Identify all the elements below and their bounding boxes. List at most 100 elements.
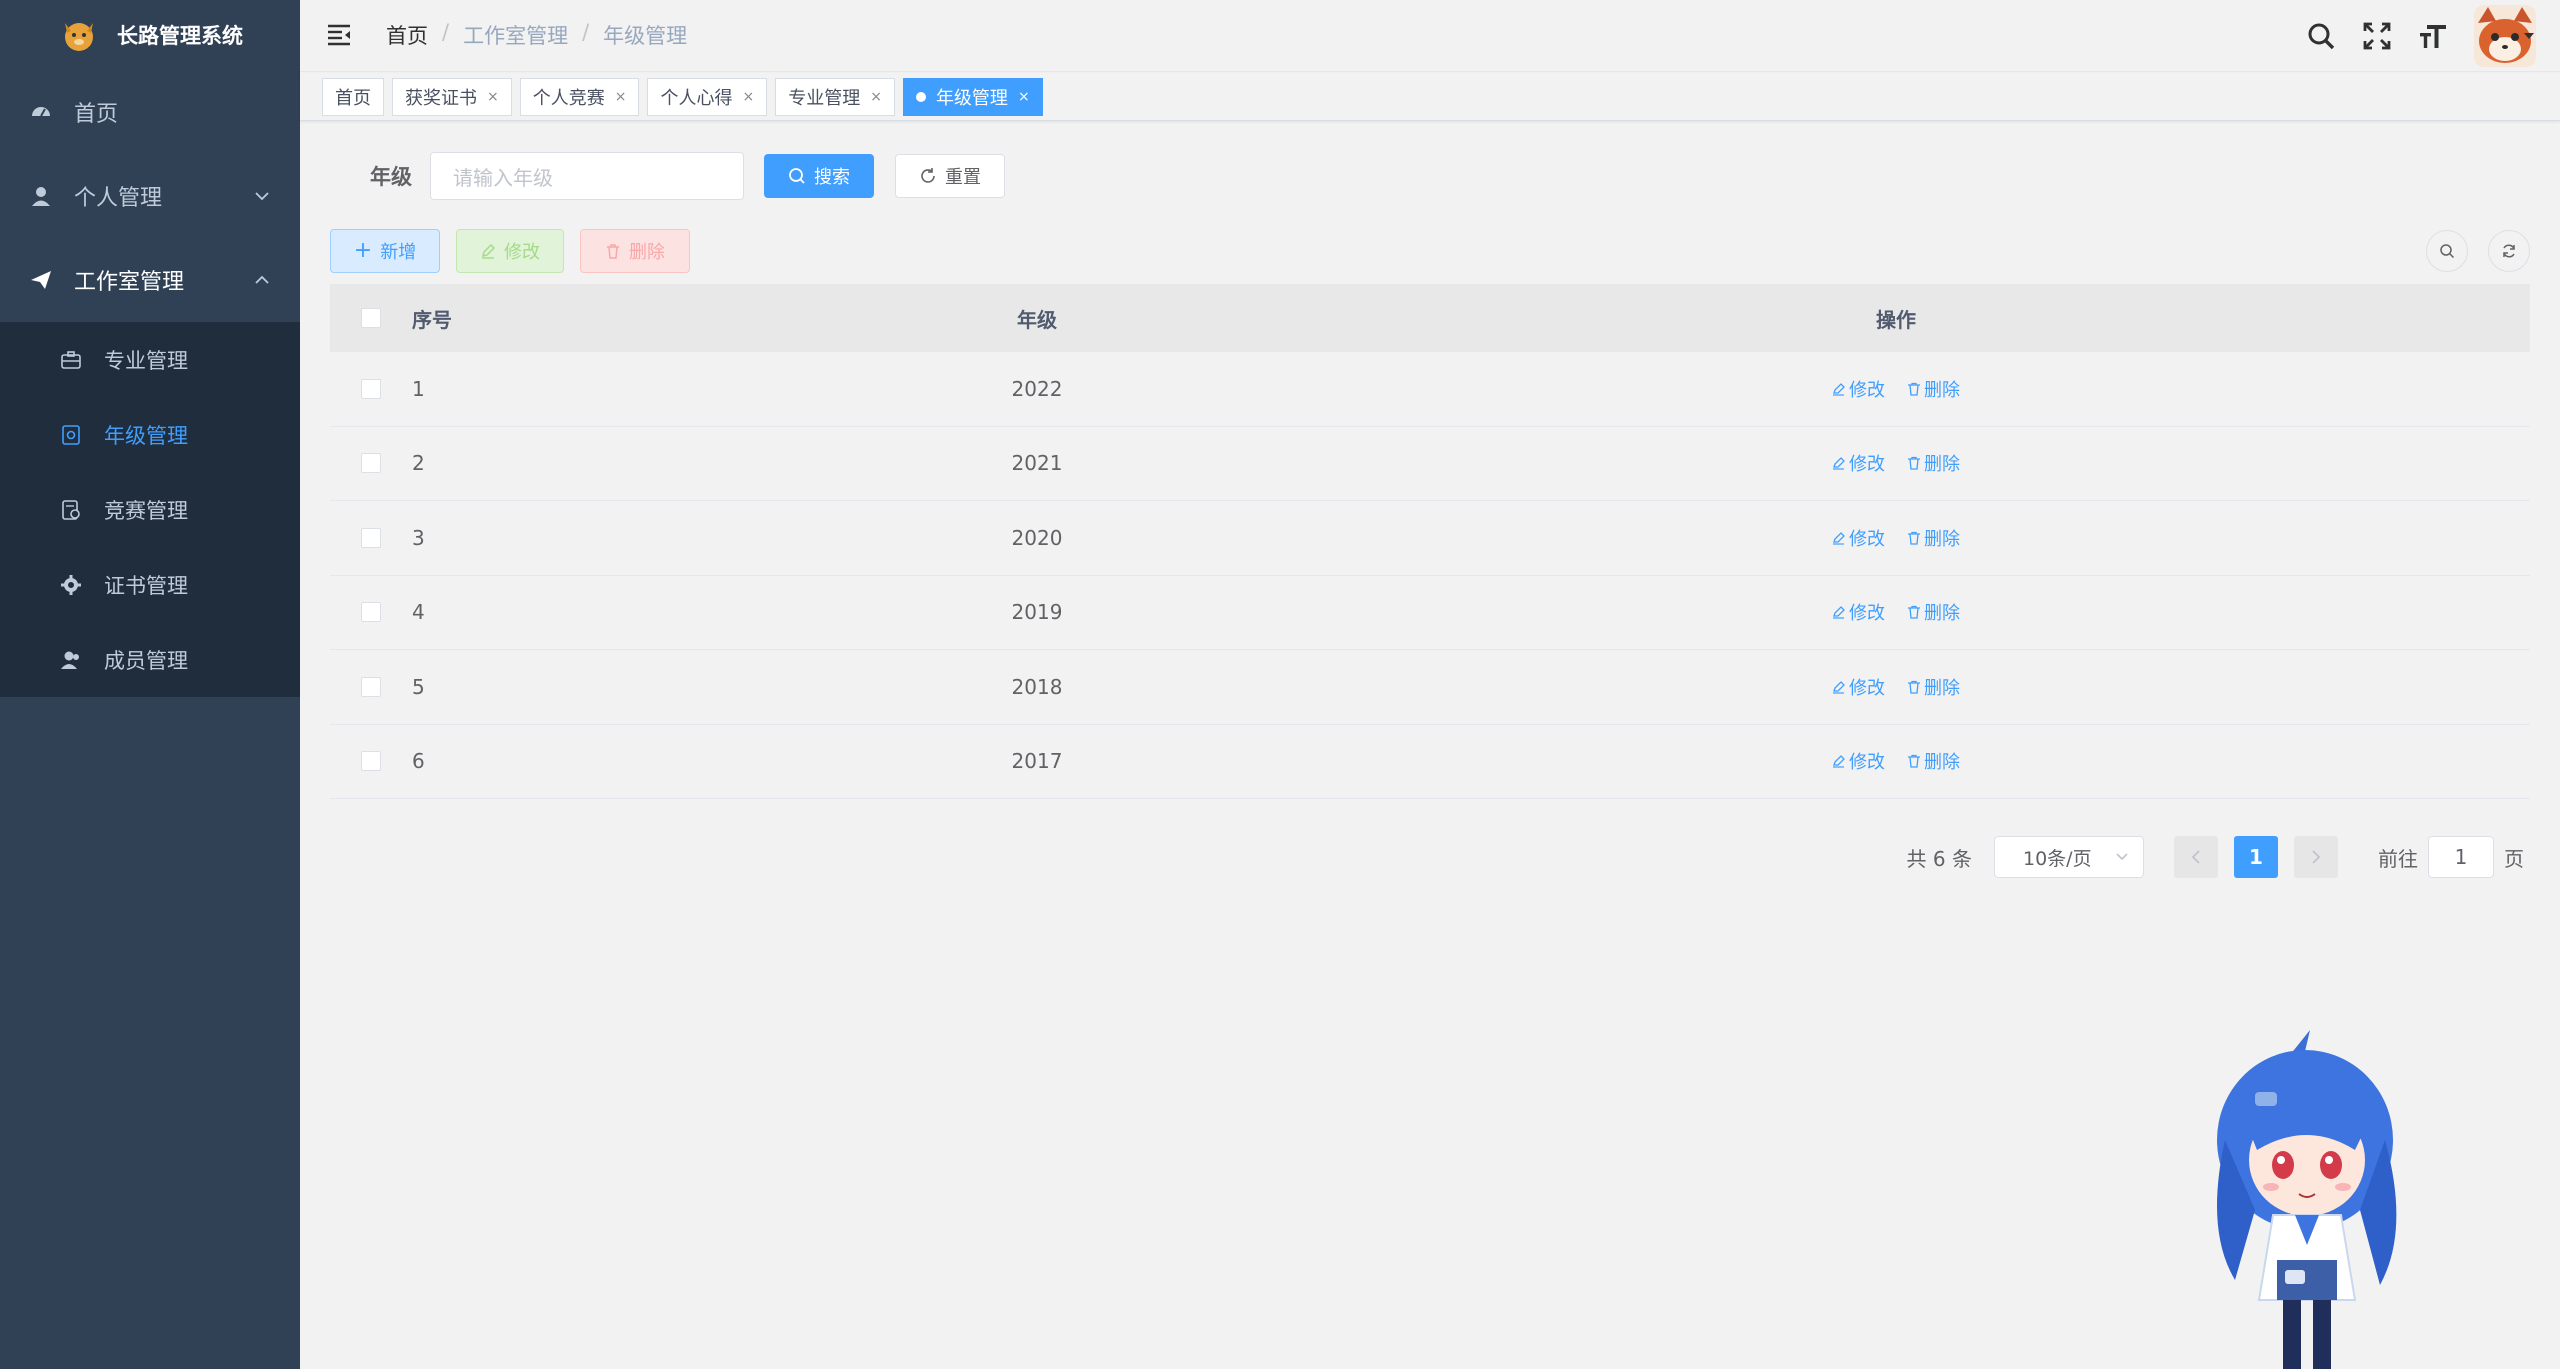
tag-award-certificate[interactable]: 获奖证书 ×	[392, 77, 512, 116]
edit-icon	[1833, 531, 1845, 545]
row-edit-link[interactable]: 修改	[1832, 525, 1885, 551]
goto-page-input[interactable]: 1	[2428, 836, 2494, 878]
page-number[interactable]: 1	[2234, 836, 2278, 878]
refresh-icon	[2503, 244, 2515, 258]
search-button[interactable]: 搜索	[764, 154, 874, 198]
row-edit-label: 修改	[1849, 677, 1885, 699]
active-dot-icon	[915, 91, 926, 102]
fullscreen-icon[interactable]	[2362, 21, 2392, 51]
row-edit-link[interactable]: 修改	[1832, 599, 1885, 625]
tag-personal-notes[interactable]: 个人心得 ×	[647, 77, 768, 116]
goto-prefix: 前往	[2378, 846, 2418, 871]
delete-button[interactable]: 删除	[580, 229, 690, 273]
breadcrumb-item[interactable]: 首页	[386, 20, 428, 50]
sidebar-item-major[interactable]: 专业管理	[0, 322, 300, 397]
tag-major[interactable]: 专业管理 ×	[775, 77, 895, 116]
add-button[interactable]: + 新增	[330, 229, 440, 273]
sidebar-item-personal[interactable]: 个人管理	[0, 154, 300, 238]
row-edit-link[interactable]: 修改	[1832, 748, 1885, 774]
row-delete-label: 删除	[1924, 379, 1960, 401]
right-toolbar	[2426, 230, 2530, 272]
sidebar-item-label: 年级管理	[104, 423, 188, 448]
sidebar-item-studio[interactable]: 工作室管理	[0, 238, 300, 322]
user-icon	[30, 185, 52, 207]
row-checkbox[interactable]	[361, 676, 381, 697]
tag-label: 个人心得	[660, 87, 733, 109]
breadcrumb: 首页 / 工作室管理 / 年级管理	[386, 20, 687, 50]
breadcrumb-item: 工作室管理	[463, 24, 569, 48]
sidebar-item-grade[interactable]: 年级管理	[0, 397, 300, 472]
mascot-image[interactable]	[2195, 1030, 2415, 1369]
tag-personal-contest[interactable]: 个人竞赛 ×	[519, 77, 640, 116]
tag-home[interactable]: 首页	[322, 77, 384, 116]
row-delete-label: 删除	[1924, 454, 1960, 476]
row-delete-link[interactable]: 删除	[1907, 376, 1960, 402]
chevron-down-icon	[2116, 853, 2128, 861]
row-edit-link[interactable]: 修改	[1832, 450, 1885, 476]
hamburger-icon[interactable]	[326, 22, 354, 48]
sidebar-item-label: 专业管理	[104, 348, 188, 373]
close-icon[interactable]: ×	[615, 89, 627, 105]
briefcase-icon	[60, 349, 82, 371]
font-size-icon[interactable]	[2418, 21, 2448, 51]
caret-down-icon[interactable]	[2522, 31, 2536, 41]
sidebar-item-members[interactable]: 成员管理	[0, 622, 300, 697]
breadcrumb-separator: /	[442, 20, 450, 44]
cell-ops: 修改 删除	[1262, 599, 2530, 625]
row-edit-link[interactable]: 修改	[1832, 376, 1885, 402]
sidebar-item-certificate[interactable]: 证书管理	[0, 547, 300, 622]
cell-grade: 2017	[1011, 749, 1063, 774]
toggle-search-button[interactable]	[2426, 230, 2468, 272]
page-size-value: 10条/页	[2023, 847, 2092, 870]
grade-search-input[interactable]: 请输入年级	[430, 152, 744, 200]
row-delete-link[interactable]: 删除	[1907, 674, 1960, 700]
search-icon[interactable]	[2306, 21, 2336, 51]
row-checkbox[interactable]	[361, 527, 381, 548]
row-delete-label: 删除	[1924, 677, 1960, 699]
tag-label: 专业管理	[788, 87, 861, 109]
chevron-up-icon	[255, 275, 269, 284]
app-title: 长路管理系统	[117, 24, 243, 48]
row-checkbox[interactable]	[361, 751, 381, 772]
row-edit-link[interactable]: 修改	[1832, 674, 1885, 700]
table-row: 3 2020 修改 删除	[330, 501, 2530, 576]
row-checkbox[interactable]	[361, 378, 381, 399]
next-page-button[interactable]	[2294, 836, 2338, 878]
row-checkbox[interactable]	[361, 453, 381, 474]
row-delete-link[interactable]: 删除	[1907, 599, 1960, 625]
close-icon[interactable]: ×	[870, 89, 882, 105]
close-icon[interactable]: ×	[742, 89, 754, 105]
tag-grade[interactable]: 年级管理 ×	[902, 77, 1043, 116]
cell-index: 2	[412, 451, 425, 476]
row-delete-link[interactable]: 删除	[1907, 748, 1960, 774]
sidebar-item-home[interactable]: 首页	[0, 70, 300, 154]
sidebar-item-label: 工作室管理	[74, 270, 185, 295]
members-icon	[60, 649, 82, 671]
pagination: 共 6 条 10条/页 1 前往 1 页	[1907, 836, 2524, 878]
refresh-button[interactable]	[2488, 230, 2530, 272]
edit-button-label: 修改	[504, 242, 540, 263]
row-delete-label: 删除	[1924, 528, 1960, 550]
sidebar-item-contest[interactable]: 竞赛管理	[0, 472, 300, 547]
cell-index: 4	[412, 600, 425, 625]
grade-table: 序号 年级 操作 1 2022 修改 删除 2 2021 修改 删除 3 202…	[330, 284, 2530, 799]
row-checkbox[interactable]	[361, 602, 381, 623]
select-all-checkbox[interactable]	[361, 308, 381, 328]
row-delete-link[interactable]: 删除	[1907, 525, 1960, 551]
prev-page-button[interactable]	[2174, 836, 2218, 878]
close-icon[interactable]: ×	[1018, 89, 1030, 105]
row-edit-label: 修改	[1849, 454, 1885, 476]
close-icon[interactable]: ×	[487, 89, 499, 105]
logo[interactable]: 长路管理系统	[0, 0, 300, 70]
paper-plane-icon	[30, 269, 52, 291]
grade-filter-label: 年级	[370, 165, 412, 189]
page-size-select[interactable]: 10条/页	[1994, 836, 2144, 878]
plus-icon: +	[353, 238, 373, 263]
edit-button[interactable]: 修改	[456, 229, 564, 273]
row-delete-link[interactable]: 删除	[1907, 450, 1960, 476]
reset-button[interactable]: 重置	[895, 154, 1005, 198]
trash-icon	[1908, 606, 1920, 619]
contest-icon	[60, 499, 82, 521]
edit-icon	[1833, 755, 1845, 768]
search-icon	[2440, 244, 2455, 259]
